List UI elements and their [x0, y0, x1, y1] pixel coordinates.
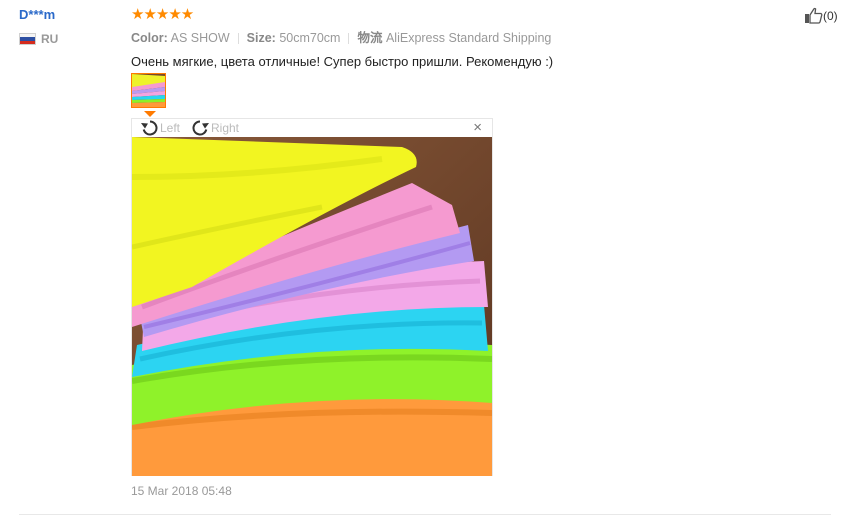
- shipping-label: 物流: [357, 31, 383, 45]
- size-label: Size:: [246, 31, 276, 45]
- review-photo: [132, 137, 492, 476]
- viewer-toolbar: Left Right ×: [132, 119, 492, 137]
- review-body: ★★★★★ Color: AS SHOW Size: 50cm70cm 物流 Ali…: [131, 6, 831, 70]
- size-value: 50cm70cm: [279, 31, 341, 45]
- photo-viewer: Left Right ×: [131, 118, 493, 476]
- country-code: RU: [41, 32, 59, 46]
- review-photo-thumbnail[interactable]: [131, 73, 166, 108]
- close-icon[interactable]: ×: [473, 120, 482, 136]
- color-value: AS SHOW: [170, 31, 230, 45]
- color-label: Color:: [131, 31, 168, 45]
- thumbs-up-icon: [805, 7, 823, 24]
- rotate-right-label: Right: [211, 120, 240, 135]
- author-info: D***m RU: [19, 7, 58, 46]
- author-name[interactable]: D***m: [19, 7, 58, 23]
- photo-image: [132, 137, 492, 476]
- star-rating: ★★★★★: [131, 6, 194, 23]
- meta-divider: [348, 33, 350, 45]
- meta-divider: [237, 33, 239, 45]
- rotate-left-button[interactable]: Left: [140, 119, 180, 136]
- helpful-count: (0): [823, 8, 838, 23]
- flag-ru-icon: [19, 33, 36, 45]
- author-country: RU: [19, 32, 58, 46]
- review-text: Очень мягкие, цвета отличные! Супер быст…: [131, 54, 554, 69]
- thumbnail-selected-caret: [144, 111, 156, 117]
- order-info: Color: AS SHOW Size: 50cm70cm 物流 AliExpres…: [131, 27, 831, 46]
- review-divider: [19, 514, 831, 515]
- rotate-right-icon: [192, 120, 209, 136]
- rotate-left-label: Left: [160, 120, 181, 135]
- review-date: 15 Mar 2018 05:48: [131, 484, 232, 498]
- helpful-button[interactable]: (0): [804, 7, 838, 24]
- rotate-left-icon: [141, 120, 158, 136]
- thumbnail-image: [132, 74, 165, 107]
- rotate-right-button[interactable]: Right: [191, 119, 239, 136]
- shipping-value: AliExpress Standard Shipping: [385, 31, 552, 45]
